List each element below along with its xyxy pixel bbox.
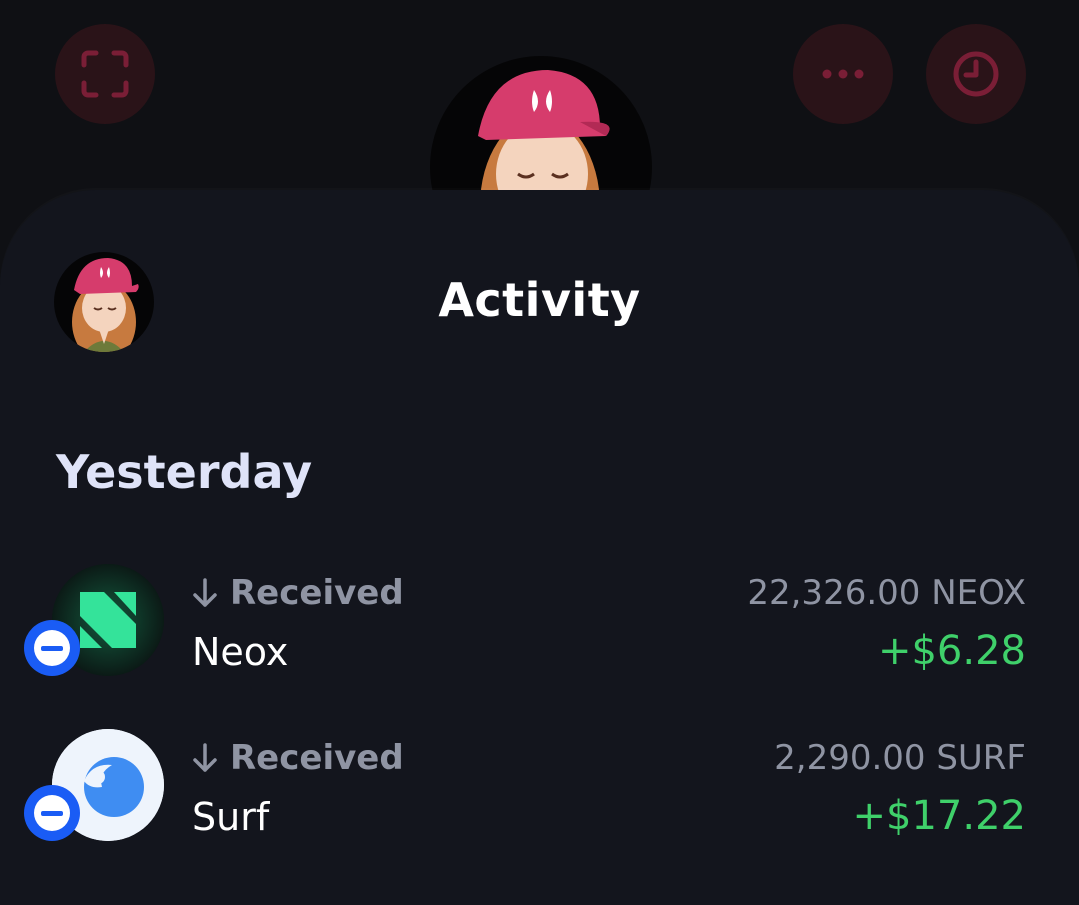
clock-icon	[953, 51, 999, 97]
status-badge	[24, 620, 80, 676]
page-title: Activity	[438, 273, 641, 327]
status-badge	[24, 785, 80, 841]
activity-screen: Activity Yesterday Received Neox 22,326.…	[0, 0, 1079, 905]
scan-button[interactable]	[55, 24, 155, 124]
token-amount: 22,326.00 NEOX	[747, 573, 1026, 613]
token-name: Surf	[192, 795, 270, 839]
section-header-yesterday: Yesterday	[56, 445, 313, 499]
minus-icon	[34, 795, 70, 831]
token-amount: 2,290.00 SURF	[774, 738, 1026, 778]
usd-value: +$17.22	[852, 793, 1026, 839]
arrow-down-icon	[192, 743, 218, 773]
transaction-type-label: Received	[230, 738, 404, 778]
more-button[interactable]	[793, 24, 893, 124]
transaction-type: Received	[192, 570, 404, 616]
arrow-down-icon	[192, 578, 218, 608]
activity-row[interactable]: Received Neox 22,326.00 NEOX +$6.28	[0, 560, 1079, 680]
history-button[interactable]	[926, 24, 1026, 124]
more-horizontal-icon	[822, 69, 864, 79]
scan-icon	[81, 50, 129, 98]
transaction-type: Received	[192, 735, 404, 781]
token-name: Neox	[192, 630, 289, 674]
minus-icon	[34, 630, 70, 666]
usd-value: +$6.28	[877, 628, 1026, 674]
transaction-type-label: Received	[230, 573, 404, 613]
activity-row[interactable]: Received Surf 2,290.00 SURF +$17.22	[0, 725, 1079, 845]
